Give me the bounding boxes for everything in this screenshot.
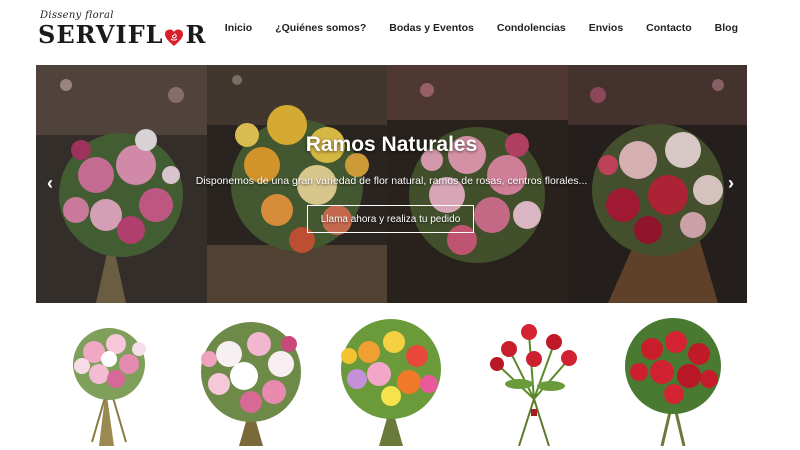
product-image-red-rose-bouquet[interactable] (614, 314, 732, 446)
product-grid (36, 314, 747, 450)
product-image-red-roses-long[interactable] (479, 314, 589, 446)
site-header: Disseny floral SERVIFL R Inicio ¿Quiénes… (0, 0, 800, 62)
product-image-pink-bouquet[interactable] (54, 314, 164, 446)
nav-item-condolencias[interactable]: Condolencias (497, 22, 566, 34)
hero-slider[interactable]: Ramos Naturales Disponemos de una gran v… (36, 65, 747, 303)
main-nav: Inicio ¿Quiénes somos? Bodas y Eventos C… (225, 22, 738, 34)
product-image-mixed-bouquet[interactable] (329, 314, 453, 446)
rose-heart-icon (164, 25, 184, 46)
brand-name-right: R (185, 20, 207, 49)
nav-item-envios[interactable]: Envios (589, 22, 623, 34)
nav-item-inicio[interactable]: Inicio (225, 22, 252, 34)
brand-name: SERVIFL R (38, 20, 206, 49)
nav-item-contacto[interactable]: Contacto (646, 22, 692, 34)
nav-item-bodas-eventos[interactable]: Bodas y Eventos (389, 22, 474, 34)
slide-title: Ramos Naturales (305, 133, 478, 156)
product-image-lily-bouquet[interactable] (189, 314, 313, 446)
call-order-button[interactable]: Llama ahora y realiza tu pedido (307, 205, 474, 233)
nav-item-quienes-somos[interactable]: ¿Quiénes somos? (275, 22, 366, 34)
slide-subtitle: Disponemos de una gran variedad de flor … (195, 175, 588, 187)
nav-item-blog[interactable]: Blog (715, 22, 738, 34)
brand-logo[interactable]: Disseny floral SERVIFL R (38, 8, 205, 52)
chevron-right-icon[interactable]: › (723, 173, 739, 193)
brand-name-left: SERVIFL (38, 20, 164, 49)
chevron-left-icon[interactable]: ‹ (42, 173, 58, 193)
